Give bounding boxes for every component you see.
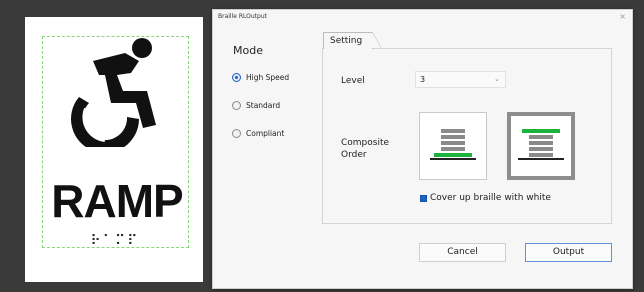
- composite-order-option-under[interactable]: [419, 112, 487, 180]
- radio-high-speed[interactable]: [232, 72, 241, 82]
- cover-braille-option[interactable]: Cover up braille with white: [420, 192, 551, 204]
- braille-output-dialog: Braille RLOutput × Mode High Speed Stand…: [212, 9, 633, 289]
- cover-braille-checkbox[interactable]: [420, 194, 427, 202]
- cover-braille-label: Cover up braille with white: [430, 193, 551, 203]
- composite-order-label-line2: Order: [341, 150, 367, 160]
- radio-standard[interactable]: [232, 100, 241, 110]
- composite-order-option-over[interactable]: [507, 112, 575, 180]
- composite-order-label-line1: Composite: [341, 138, 390, 148]
- sign-text: RAMP: [51, 175, 183, 227]
- level-label: Level: [341, 76, 365, 86]
- level-select[interactable]: 3 ⌄: [415, 71, 506, 88]
- mode-label: Mode: [233, 44, 263, 57]
- tab-setting[interactable]: Setting: [323, 32, 373, 49]
- dialog-titlebar: Braille RLOutput ×: [213, 10, 632, 28]
- tab-corner: [372, 32, 382, 49]
- mode-option-high-speed[interactable]: High Speed: [232, 71, 289, 83]
- cancel-button[interactable]: Cancel: [419, 243, 506, 262]
- mode-option-standard[interactable]: Standard: [232, 99, 280, 111]
- level-value: 3: [420, 75, 426, 84]
- radio-compliant[interactable]: [232, 128, 241, 138]
- close-icon[interactable]: ×: [619, 12, 626, 21]
- composite-order-label: Composite Order: [341, 137, 401, 161]
- dialog-title: Braille RLOutput: [218, 13, 267, 20]
- chevron-down-icon: ⌄: [494, 75, 500, 83]
- stack-braille-over-icon: [518, 129, 564, 160]
- stack-braille-under-icon: [430, 129, 476, 160]
- accessibility-wheelchair-icon: [71, 38, 156, 147]
- mode-option-compliant[interactable]: Compliant: [232, 127, 284, 139]
- radio-label-standard: Standard: [246, 100, 281, 110]
- radio-label-compliant: Compliant: [246, 128, 285, 138]
- braille-text: ⠗⠁⠍⠏: [90, 233, 140, 249]
- output-button[interactable]: Output: [525, 243, 612, 262]
- radio-label-high-speed: High Speed: [246, 72, 290, 82]
